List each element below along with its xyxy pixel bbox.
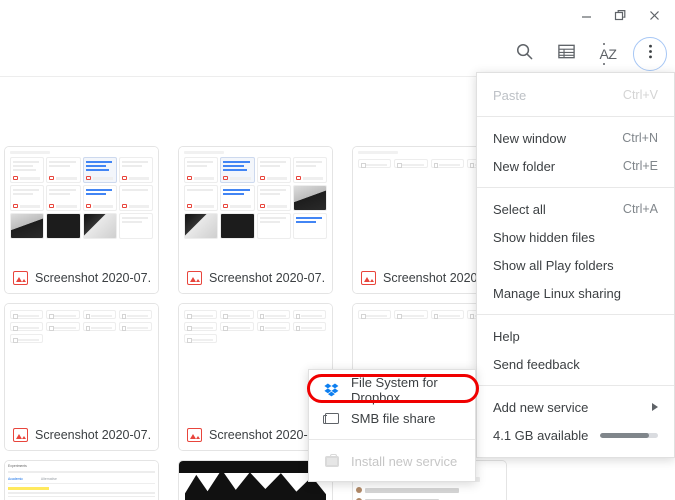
files-app-window: AZ Screenshot 2020-07... Screenshot 2020…	[0, 0, 675, 500]
file-name: Screenshot 2020-0	[209, 427, 315, 442]
submenu-item-file-system-for-dropbox[interactable]: File System for Dropbox	[309, 375, 475, 405]
thumbnail-art	[10, 308, 153, 415]
list-view-icon	[557, 42, 576, 66]
menu-item-label: Show hidden files	[493, 229, 595, 245]
close-icon	[648, 9, 661, 22]
sort-dot-top	[602, 42, 605, 45]
menu-item-show-all-play-folders[interactable]: Show all Play folders	[477, 251, 674, 279]
file-name: Screenshot 2020-07...	[209, 270, 324, 285]
briefcase-icon	[323, 453, 340, 467]
window-controls	[569, 0, 671, 30]
title-bar	[0, 0, 675, 30]
image-file-icon	[13, 427, 28, 442]
menu-item-label: Select all	[493, 201, 546, 217]
file-name: Screenshot 2020-07...	[35, 427, 150, 442]
menu-item-label: Paste	[493, 87, 527, 103]
menu-item-label: Manage Linux sharing	[493, 285, 621, 301]
menu-item-label: Help	[493, 328, 520, 344]
file-card[interactable]: Experiments Academic Alternative	[4, 460, 159, 500]
image-file-icon	[187, 427, 202, 442]
search-button[interactable]	[507, 37, 541, 71]
menu-item-label: Show all Play folders	[493, 257, 614, 273]
file-thumbnail: Experiments Academic Alternative	[5, 461, 158, 500]
thumbnail-art	[10, 151, 153, 258]
menu-item-accelerator: Ctrl+V	[622, 88, 658, 102]
image-file-icon	[187, 270, 202, 285]
minimize-button[interactable]	[569, 0, 603, 30]
sort-az-button[interactable]: AZ	[591, 37, 625, 71]
list-view-button[interactable]	[549, 37, 583, 71]
image-file-icon	[361, 270, 376, 285]
maximize-button[interactable]	[603, 0, 637, 30]
submenu-item-label: SMB file share	[351, 410, 436, 426]
minimize-icon	[580, 9, 593, 22]
menu-item-accelerator: Ctrl+E	[622, 159, 658, 173]
file-label: Screenshot 2020-07...	[5, 419, 158, 450]
sort-az-icon: AZ	[599, 42, 617, 65]
file-thumbnail	[5, 304, 158, 419]
file-card[interactable]: Screenshot 2020-07...	[4, 146, 159, 294]
file-thumbnail	[179, 147, 332, 262]
folder-icon	[322, 412, 340, 424]
submenu-separator	[309, 439, 475, 440]
dropbox-icon	[323, 383, 340, 397]
menu-item-label: Add new service	[493, 399, 589, 415]
more-vert-icon	[642, 43, 659, 65]
menu-item-label: Send feedback	[493, 356, 580, 372]
toolbar: AZ	[0, 30, 675, 77]
menu-item-send-feedback[interactable]: Send feedback	[477, 350, 674, 378]
thumbnail-art	[184, 308, 327, 415]
menu-separator	[477, 187, 674, 188]
file-card[interactable]: Screenshot 2020-07...	[4, 303, 159, 451]
sort-az-label: AZ	[599, 45, 617, 62]
image-file-icon	[13, 270, 28, 285]
storage-bar	[600, 432, 658, 438]
add-new-service-submenu[interactable]: File System for Dropbox SMB file share I…	[308, 369, 476, 482]
menu-item-paste[interactable]: Paste Ctrl+V	[477, 81, 674, 109]
menu-item-label: New folder	[493, 158, 556, 174]
menu-item-new-folder[interactable]: New folder Ctrl+E	[477, 152, 674, 180]
menu-item-new-window[interactable]: New window Ctrl+N	[477, 124, 674, 152]
close-button[interactable]	[637, 0, 671, 30]
more-options-button[interactable]	[633, 36, 667, 71]
search-icon	[515, 42, 534, 66]
menu-item-accelerator: Ctrl+N	[622, 131, 658, 145]
menu-item-label: New window	[493, 130, 566, 146]
chevron-right-icon	[652, 403, 658, 411]
storage-label: 4.1 GB available	[493, 427, 589, 443]
storage-indicator: 4.1 GB available	[477, 421, 674, 449]
file-thumbnail	[5, 147, 158, 262]
submenu-item-label: Install new service	[351, 453, 458, 469]
file-card[interactable]: Screenshot 2020-07...	[178, 146, 333, 294]
menu-item-accelerator: Ctrl+A	[622, 202, 658, 216]
submenu-item-smb-file-share[interactable]: SMB file share	[309, 404, 475, 432]
toolbar-actions: AZ	[507, 30, 667, 77]
file-name: Screenshot 2020-07...	[35, 270, 150, 285]
file-label: Screenshot 2020-07...	[179, 262, 332, 293]
more-options-menu[interactable]: Paste Ctrl+V New window Ctrl+N New folde…	[476, 72, 675, 458]
thumbnail-art: Experiments Academic Alternative	[5, 461, 158, 500]
sort-dot-bottom	[602, 62, 605, 65]
menu-separator	[477, 116, 674, 117]
file-name: Screenshot 2020-0	[383, 270, 489, 285]
menu-item-add-new-service[interactable]: Add new service	[477, 393, 674, 421]
submenu-item-label: File System for Dropbox	[351, 375, 438, 405]
submenu-item-install-new-service[interactable]: Install new service	[309, 447, 475, 475]
restore-icon	[614, 9, 627, 22]
storage-bar-fill	[600, 432, 650, 438]
file-label: Screenshot 2020-07...	[5, 262, 158, 293]
menu-separator	[477, 314, 674, 315]
thumbnail-art	[184, 151, 327, 258]
menu-separator	[477, 385, 674, 386]
menu-item-select-all[interactable]: Select all Ctrl+A	[477, 195, 674, 223]
menu-item-show-hidden-files[interactable]: Show hidden files	[477, 223, 674, 251]
menu-item-manage-linux-sharing[interactable]: Manage Linux sharing	[477, 279, 674, 307]
menu-item-help[interactable]: Help	[477, 322, 674, 350]
